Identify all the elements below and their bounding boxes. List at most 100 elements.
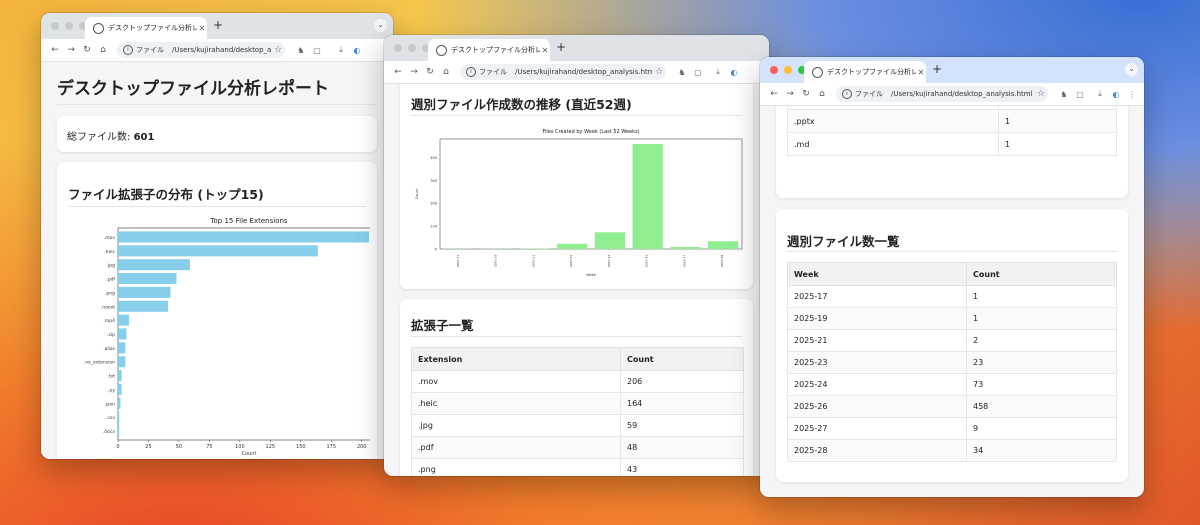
- axis-label-x: Count: [242, 451, 257, 457]
- profile-icon[interactable]: ◐: [1108, 90, 1124, 99]
- close-tab-icon[interactable]: ✕: [197, 24, 207, 33]
- column-header[interactable]: Extension: [411, 347, 621, 371]
- minimize-window-button[interactable]: [408, 44, 416, 52]
- forward-icon[interactable]: →: [63, 45, 79, 55]
- address-bar[interactable]: i ファイル /Users/kujirahand/desktop_analysi…: [836, 86, 1048, 102]
- bookmark-star-icon[interactable]: ☆: [1034, 89, 1048, 99]
- extension-icon[interactable]: ♞: [1056, 90, 1072, 99]
- back-icon[interactable]: ←: [766, 89, 782, 99]
- cell-count: 23: [966, 351, 1117, 374]
- extensions-puzzle-icon[interactable]: ▢: [1072, 90, 1088, 99]
- globe-icon: [436, 44, 447, 56]
- extensions-puzzle-icon[interactable]: ▢: [690, 68, 706, 77]
- cell-count: 1: [998, 109, 1117, 133]
- column-header[interactable]: Week: [787, 262, 967, 286]
- cell-key: .heic: [411, 392, 621, 415]
- bar: [118, 300, 168, 312]
- forward-icon[interactable]: →: [782, 89, 798, 99]
- cell-key: .md: [787, 132, 999, 156]
- column-header[interactable]: Count: [620, 347, 744, 371]
- weekly-chart-heading: 週別ファイル作成数の推移 (直近52週): [411, 97, 632, 112]
- extensions-puzzle-icon[interactable]: ▢: [309, 46, 325, 55]
- table-row: 2025-23 23: [787, 351, 1117, 374]
- tick-label-y: .noext: [101, 304, 115, 310]
- reload-icon[interactable]: ↻: [798, 89, 814, 99]
- browser-tab[interactable]: デスクトップファイル分析レポート ✕: [804, 61, 926, 83]
- extension-icon[interactable]: ♞: [293, 46, 309, 55]
- table-row: 2025-19 1: [787, 307, 1117, 330]
- tick-label-y: .png: [105, 291, 115, 296]
- menu-icon[interactable]: ⋮: [1124, 90, 1140, 99]
- url-text[interactable]: /Users/kujirahand/desktop_analysis.html: [515, 68, 652, 76]
- home-icon[interactable]: ⌂: [814, 89, 830, 99]
- back-icon[interactable]: ←: [390, 67, 406, 77]
- close-tab-icon[interactable]: ✕: [916, 68, 926, 77]
- download-icon[interactable]: ⤓: [1092, 89, 1108, 99]
- url-text[interactable]: /Users/kujirahand/desktop_analysis.html: [891, 90, 1034, 98]
- info-icon[interactable]: i: [466, 67, 476, 77]
- tab-title: デスクトップファイル分析レポート: [827, 68, 916, 76]
- extension-table: .docx1.pptx1.md1: [787, 106, 1117, 156]
- info-icon[interactable]: i: [123, 45, 133, 55]
- close-window-button[interactable]: [394, 44, 402, 52]
- tick-label-x: 175: [326, 444, 336, 450]
- close-window-button[interactable]: [770, 66, 778, 74]
- home-icon[interactable]: ⌂: [95, 45, 111, 55]
- browser-toolbar: ← → ↻ ⌂ i ファイル /Users/kujirahand/desktop…: [760, 83, 1144, 106]
- cell-key: 2025-26: [787, 395, 967, 418]
- total-value: 601: [133, 132, 155, 143]
- cell-count: 1: [966, 285, 1117, 308]
- weekly-table: Week Count 2025-17 1 2025-19 1 2025-21 2 2025-…: [787, 262, 1117, 462]
- tick-label-x: 75: [206, 444, 212, 450]
- reload-icon[interactable]: ↻: [422, 67, 438, 77]
- bar: [118, 286, 171, 298]
- download-icon[interactable]: ⤓: [333, 45, 349, 55]
- cell-key: 2025-24: [787, 373, 967, 396]
- tab-search-icon[interactable]: ⌄: [1125, 63, 1138, 76]
- page-title: デスクトップファイル分析レポート: [57, 79, 329, 99]
- tick-label-y: .pdf: [106, 277, 115, 283]
- cell-count: 206: [620, 370, 744, 393]
- browser-tab[interactable]: デスクトップファイル分析レポート ✕: [85, 17, 207, 39]
- url-text[interactable]: /Users/kujirahand/desktop_analysis.html: [172, 46, 271, 54]
- tick-label-y: 300: [430, 179, 437, 183]
- reload-icon[interactable]: ↻: [79, 45, 95, 55]
- home-icon[interactable]: ⌂: [438, 67, 454, 77]
- tick-label-y: .jpg: [107, 263, 116, 269]
- bar: [632, 144, 663, 249]
- bar: [118, 383, 122, 396]
- profile-icon[interactable]: ◐: [726, 68, 742, 77]
- extension-bar-chart: Top 15 File Extensions .mov .heic .jpg .pdf.…: [84, 217, 370, 457]
- column-header[interactable]: Count: [966, 262, 1117, 286]
- back-icon[interactable]: ←: [47, 45, 63, 55]
- extension-icon[interactable]: ♞: [674, 68, 690, 77]
- tab-search-icon[interactable]: ⌄: [374, 19, 387, 32]
- info-icon[interactable]: i: [842, 89, 852, 99]
- browser-tab[interactable]: デスクトップファイル分析レポート ✕: [428, 39, 550, 61]
- bookmark-star-icon[interactable]: ☆: [271, 45, 285, 55]
- close-window-button[interactable]: [51, 22, 59, 30]
- bookmark-star-icon[interactable]: ☆: [652, 67, 666, 77]
- tab-bar: デスクトップファイル分析レポート ✕ + ⌄: [760, 57, 1144, 83]
- cell-count: 1: [966, 307, 1117, 330]
- address-bar[interactable]: i ファイル /Users/kujirahand/desktop_analysi…: [117, 42, 285, 58]
- forward-icon[interactable]: →: [406, 67, 422, 77]
- tick-label-x: 2025-17: [456, 255, 460, 268]
- table-row: .md 1: [787, 132, 1117, 156]
- address-bar[interactable]: i ファイル /Users/kujirahand/desktop_analysi…: [460, 64, 666, 80]
- new-tab-button[interactable]: +: [932, 62, 942, 76]
- download-icon[interactable]: ⤓: [710, 67, 726, 77]
- minimize-window-button[interactable]: [784, 66, 792, 74]
- new-tab-button[interactable]: +: [213, 18, 223, 32]
- extension-list-card: .docx1.pptx1.md1: [776, 106, 1128, 198]
- minimize-window-button[interactable]: [65, 22, 73, 30]
- file-chip: ファイル: [855, 90, 883, 98]
- tick-label-y: 100: [430, 225, 437, 229]
- close-tab-icon[interactable]: ✕: [540, 46, 550, 55]
- new-tab-button[interactable]: +: [556, 40, 566, 54]
- tick-label-x: 2025-19: [494, 255, 498, 268]
- profile-icon[interactable]: ◐: [349, 46, 365, 55]
- tick-label-y: .json: [104, 401, 115, 407]
- tick-label-y: .py: [108, 388, 115, 393]
- table-row: 2025-27 9: [787, 417, 1117, 440]
